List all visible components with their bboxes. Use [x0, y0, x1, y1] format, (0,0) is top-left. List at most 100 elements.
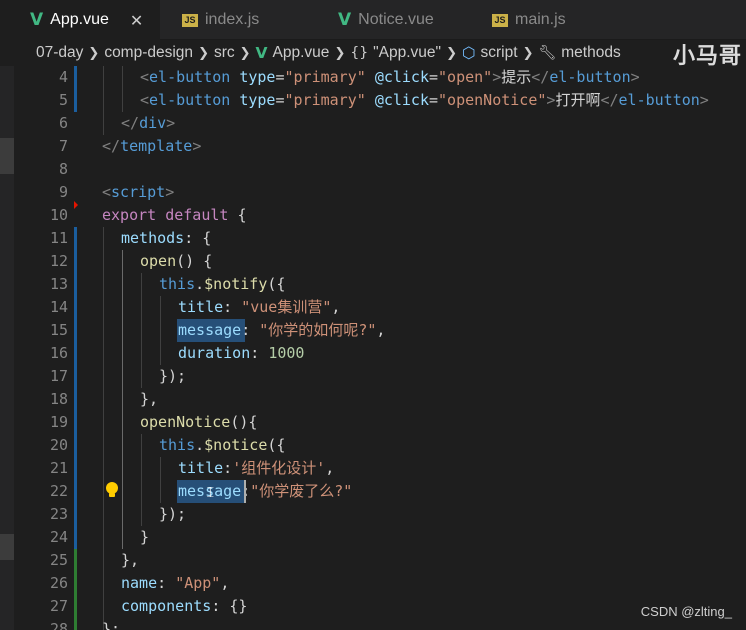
line-number: 15 — [49, 321, 68, 339]
code-token: , — [220, 574, 230, 592]
code-token: : { — [184, 229, 212, 247]
code-line[interactable]: 18}, — [0, 388, 746, 411]
code-line[interactable]: 26 name: "App", — [0, 572, 746, 595]
code-line[interactable]: 13 this.$notify({ — [0, 273, 746, 296]
breadcrumb-item[interactable]: 07-day — [36, 44, 83, 62]
code-token: : — [250, 344, 269, 362]
js-file-icon: JS — [492, 13, 508, 27]
code-line[interactable]: 19 openNotice(){ — [0, 411, 746, 434]
tab-index-js[interactable]: JS index.js — [182, 0, 332, 40]
breadcrumb-item[interactable]: comp-design — [104, 44, 193, 62]
line-number: 17 — [49, 367, 68, 385]
code-text: message: "你学的如何呢?", — [178, 319, 385, 342]
code-token: }; — [102, 620, 121, 630]
vue-file-icon: V — [338, 10, 352, 30]
breadcrumb-item[interactable]: methods — [561, 44, 620, 62]
code-line[interactable]: 6 </div> — [0, 112, 746, 135]
close-icon[interactable]: ✕ — [130, 11, 143, 30]
code-token: export — [102, 206, 157, 224]
tab-main-js[interactable]: JS main.js — [492, 0, 642, 40]
code-line[interactable]: 15 message: "你学的如何呢?", — [0, 319, 746, 342]
code-token: . — [195, 436, 205, 454]
chevron-right-icon: ❯ — [522, 45, 534, 61]
code-text: this.$notice({ — [159, 434, 285, 457]
breadcrumb-item[interactable]: src — [214, 44, 235, 62]
code-text: open() { — [140, 250, 212, 273]
vue-file-icon: V — [255, 44, 268, 62]
code-text: }, — [140, 388, 158, 411]
code-line[interactable]: 28}; — [0, 618, 746, 630]
code-token: (){ — [230, 413, 258, 431]
cube-icon: ⬡ — [461, 44, 476, 62]
code-line[interactable]: 7 </template> — [0, 135, 746, 158]
code-token: el-button — [618, 91, 700, 109]
code-text: components: {} — [121, 595, 247, 618]
code-line[interactable]: 27 components: {} — [0, 595, 746, 618]
code-token: }, — [140, 390, 159, 408]
code-token: } — [140, 528, 150, 546]
code-text: </template> — [102, 135, 201, 158]
code-token: type — [239, 68, 276, 86]
code-token: = — [275, 91, 285, 109]
chevron-right-icon: ❯ — [198, 45, 209, 61]
code-line[interactable]: 9 <script> — [0, 181, 746, 204]
text-caret — [244, 480, 246, 503]
line-number: 23 — [49, 505, 68, 523]
code-line[interactable]: 8 — [0, 158, 746, 181]
code-line[interactable]: 12 open() { — [0, 250, 746, 273]
code-text: }); — [159, 365, 186, 388]
code-token: "vue集训营" — [241, 298, 332, 316]
braces-icon: {} — [350, 45, 369, 61]
code-line[interactable]: 11 methods: { — [0, 227, 746, 250]
code-token: open — [140, 252, 177, 270]
code-text: }, — [121, 549, 139, 572]
code-line[interactable]: 17}); — [0, 365, 746, 388]
code-token: name — [121, 574, 158, 592]
code-token: "你学废了么?" — [250, 482, 353, 500]
code-line[interactable]: 21 title:'组件化设计', — [0, 457, 746, 480]
tab-label: Notice.vue — [358, 11, 434, 28]
code-line[interactable]: 5 <el-button type="primary" @click="openN… — [0, 89, 746, 112]
code-text: } — [140, 526, 149, 549]
code-token: methods — [121, 229, 185, 247]
code-token: el-button — [549, 68, 631, 86]
tab-label: main.js — [515, 11, 566, 28]
breadcrumb-item[interactable]: script — [481, 44, 518, 62]
breadcrumb-item[interactable]: App.vue — [273, 44, 330, 62]
wrench-icon: 🔧︎ — [538, 45, 557, 61]
code-line[interactable]: 25}, — [0, 549, 746, 572]
code-line[interactable]: 10 export default { — [0, 204, 746, 227]
tab-notice-vue[interactable]: V Notice.vue — [338, 0, 488, 40]
code-token: "openNotice" — [438, 91, 547, 109]
code-token: </ — [102, 137, 121, 155]
code-token: $notice — [204, 436, 268, 454]
lightbulb-icon[interactable] — [104, 481, 120, 499]
code-token: () { — [176, 252, 213, 270]
code-editor[interactable]: 4 <el-button type="primary" @click="open"… — [0, 66, 746, 630]
code-token: default — [165, 206, 229, 224]
code-text: this.$notify({ — [159, 273, 285, 296]
code-token: title — [178, 298, 224, 316]
breadcrumb-item[interactable]: "App.vue" — [373, 44, 441, 62]
code-token: < — [140, 91, 150, 109]
code-line[interactable]: 16 duration: 1000 — [0, 342, 746, 365]
code-line[interactable]: 24} — [0, 526, 746, 549]
code-token: "primary" — [284, 68, 366, 86]
code-text: }); — [159, 503, 186, 526]
code-line[interactable]: 23}); — [0, 503, 746, 526]
tab-label: App.vue — [50, 11, 109, 28]
code-token: @click — [374, 68, 429, 86]
code-token: </ — [121, 114, 140, 132]
code-token: components — [121, 597, 212, 615]
line-number: 14 — [49, 298, 68, 316]
code-line[interactable]: 14 title: "vue集训营", — [0, 296, 746, 319]
code-text: <el-button type="primary" @click="openNo… — [140, 89, 709, 112]
code-token: = — [429, 68, 439, 86]
code-line[interactable]: 4 <el-button type="primary" @click="open"… — [0, 66, 746, 89]
code-line[interactable]: 20 this.$notice({ — [0, 434, 746, 457]
code-token: type — [239, 91, 276, 109]
tab-app-vue[interactable]: V App.vue ✕ — [0, 0, 160, 40]
